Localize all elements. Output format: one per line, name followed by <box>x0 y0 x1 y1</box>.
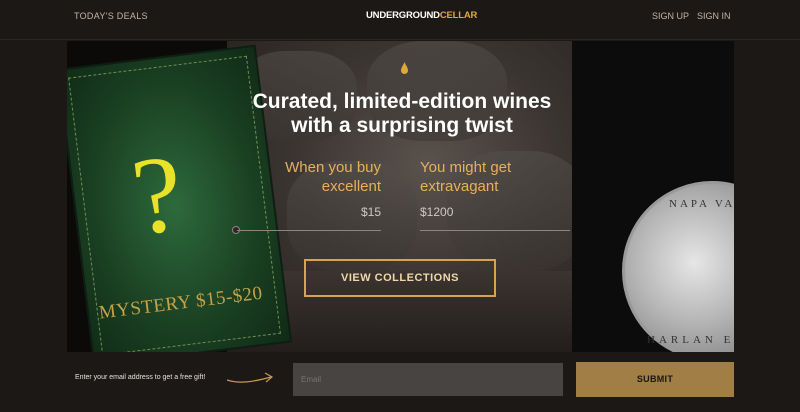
sign-in-link[interactable]: SIGN IN <box>697 11 731 21</box>
get-price: $1200 <box>420 205 454 219</box>
hero-banner: ? MYSTERY $15-$20 NAPA VAL HARLAN EST Cu… <box>67 41 734 352</box>
free-gift-prompt: Enter your email address to get a free g… <box>75 374 206 381</box>
buy-caption-line-1: When you buy <box>285 159 381 176</box>
wine-drop-icon <box>401 62 408 74</box>
email-signup-bar: Enter your email address to get a free g… <box>0 352 800 412</box>
submit-button[interactable]: SUBMIT <box>576 362 734 397</box>
get-caption-line-2: extravagant <box>420 178 499 195</box>
headline-line-1: Curated, limited-edition wines <box>252 90 552 113</box>
hero-headline: Curated, limited-edition wines with a su… <box>217 90 587 138</box>
view-collections-button[interactable]: VIEW COLLECTIONS <box>304 259 496 297</box>
mystery-wine-panel: ? MYSTERY $15-$20 <box>67 41 293 352</box>
buy-price: $15 <box>360 205 381 219</box>
arrow-right-icon <box>226 372 274 383</box>
get-caption-line-1: You might get <box>420 159 512 176</box>
buy-caption: When you buy excellent <box>277 158 381 196</box>
top-navigation-bar: TODAY'S DEALS UNDERGROUNDCELLAR SIGN UP … <box>0 0 800 40</box>
site-logo[interactable]: UNDERGROUNDCELLAR <box>366 10 477 21</box>
buy-caption-line-2: excellent <box>321 178 381 195</box>
premium-wine-panel: NAPA VAL HARLAN EST <box>572 41 734 352</box>
harlan-estate-medallion-icon: NAPA VAL HARLAN EST <box>622 181 734 352</box>
buy-price-line <box>237 230 381 231</box>
get-price-line <box>420 230 570 231</box>
logo-text-accent: CELLAR <box>439 10 478 21</box>
logo-text-primary: UNDERGROUND <box>366 10 440 21</box>
email-input[interactable] <box>293 363 563 396</box>
get-caption: You might get extravagant <box>420 158 560 196</box>
todays-deals-link[interactable]: TODAY'S DEALS <box>74 11 148 21</box>
medallion-text-bottom: HARLAN EST <box>647 334 734 346</box>
medallion-text-top: NAPA VAL <box>669 198 734 210</box>
headline-line-2: with a surprising twist <box>291 114 513 137</box>
sign-up-link[interactable]: SIGN UP <box>652 11 689 21</box>
